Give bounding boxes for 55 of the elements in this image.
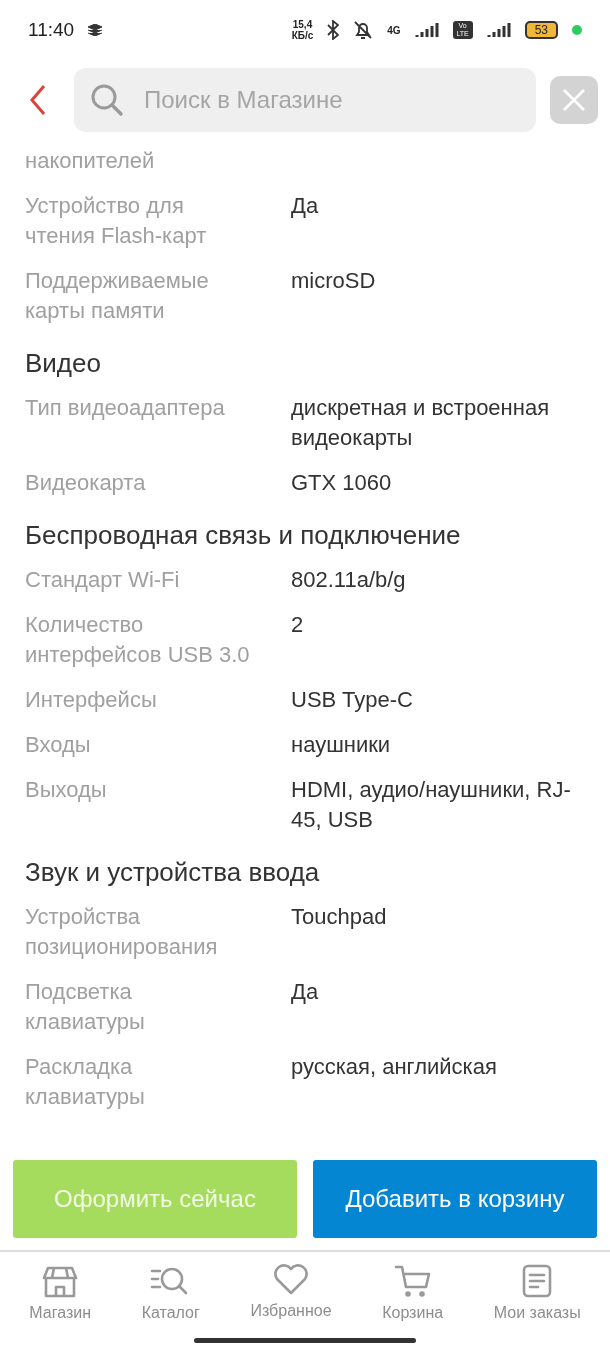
cart-icon	[393, 1264, 432, 1298]
spec-value: Да	[291, 978, 320, 1006]
spec-label: Количество интерфейсов USB 3.0	[25, 611, 251, 669]
spec-value: 802.11a/b/g	[291, 566, 407, 594]
chevron-left-icon	[28, 84, 48, 116]
spec-label: Устройства позиционирования	[25, 903, 219, 961]
bell-off-icon	[353, 20, 374, 40]
layers-icon	[88, 24, 103, 36]
close-button[interactable]	[550, 76, 598, 124]
heart-icon	[273, 1264, 309, 1296]
spec-value: дискретная и встроенная видеокарты	[291, 394, 551, 452]
nav-tab[interactable]: Избранное	[250, 1264, 332, 1338]
section-title: Беспроводная связь и подключение	[25, 519, 462, 552]
home-indicator[interactable]	[194, 1338, 416, 1343]
document-icon	[521, 1264, 554, 1298]
spec-label: Интерфейсы	[25, 686, 158, 714]
section-title: Видео	[25, 347, 102, 380]
signal-icon	[486, 22, 511, 38]
spec-label: Поддерживаемые карты памяти	[25, 267, 210, 325]
spec-value: русская, английская	[291, 1053, 498, 1081]
spec-value: GTX 1060	[291, 469, 393, 497]
nav-tab[interactable]: Мои заказы	[493, 1264, 581, 1338]
clock-time: 11:40	[28, 19, 75, 41]
spec-value: наушники	[291, 731, 392, 759]
spec-label: Видеокарта	[25, 469, 147, 497]
section-title: Звук и устройства ввода	[25, 856, 321, 889]
add-to-cart-button[interactable]: Добавить в корзину	[313, 1160, 597, 1238]
spec-value: HDMI, аудио/наушники, RJ-45, USB	[291, 776, 572, 834]
spec-label: Раскладка клавиатуры	[25, 1053, 146, 1111]
spec-label: Тип видеоадаптера	[25, 394, 226, 422]
spec-label: Стандарт Wi-Fi	[25, 566, 181, 594]
spec-label: Выходы	[25, 776, 108, 804]
nav-tab[interactable]: Каталог	[141, 1264, 200, 1338]
spec-label: Входы	[25, 731, 92, 759]
spec-value: Да	[291, 192, 320, 220]
bluetooth-icon	[327, 20, 340, 40]
spec-label: накопителей	[25, 147, 156, 175]
battery-level: 53	[524, 21, 558, 39]
signal-icon	[414, 22, 439, 38]
spec-label: Устройство для чтения Flash-карт	[25, 192, 208, 250]
status-dot	[572, 25, 582, 35]
spec-value: 2	[291, 611, 305, 639]
close-icon	[562, 88, 586, 112]
network-speed: 15,4 КБ/с	[291, 19, 314, 41]
search-field[interactable]: Поиск в Магазине	[74, 68, 536, 132]
network-type: 4G	[387, 24, 401, 36]
nav-tab[interactable]: Корзина	[382, 1264, 444, 1338]
spec-value: microSD	[291, 267, 377, 295]
spec-value: Touchpad	[291, 903, 388, 931]
spec-value: USB Type-C	[291, 686, 414, 714]
store-icon	[42, 1264, 79, 1298]
search-icon	[90, 83, 124, 117]
spec-label: Подсветка клавиатуры	[25, 978, 146, 1036]
nav-tab[interactable]: Магазин	[29, 1264, 92, 1338]
search-input[interactable]: Поиск в Магазине	[142, 85, 520, 115]
